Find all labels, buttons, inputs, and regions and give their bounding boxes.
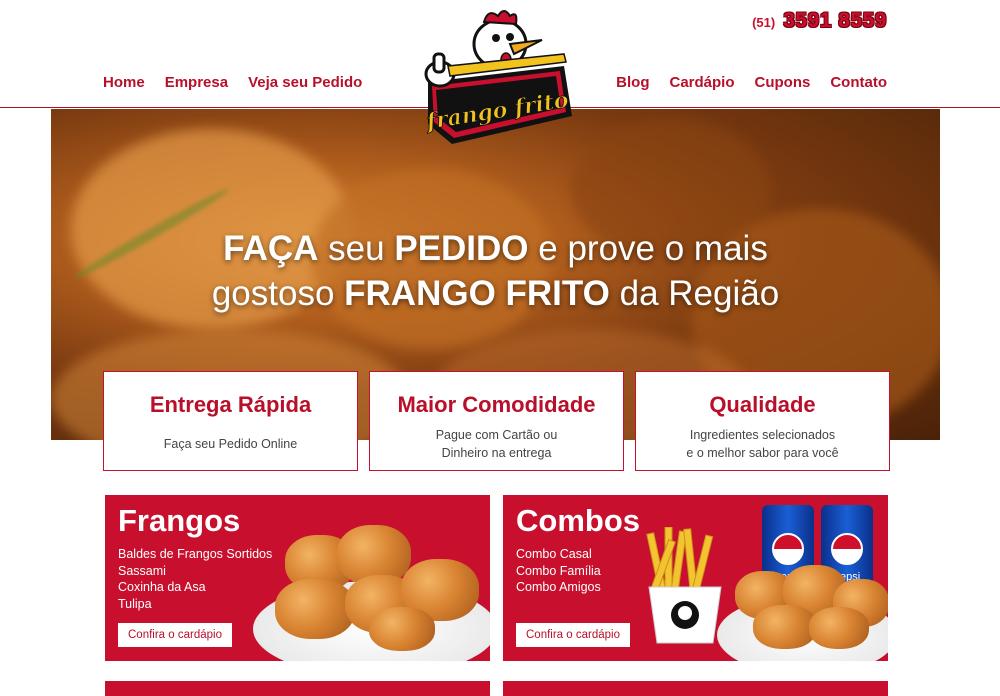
hero-headline-line1: FAÇA seu PEDIDO e prove o mais	[223, 229, 768, 268]
nav-link-empresa[interactable]: Empresa	[165, 74, 228, 91]
confira-cardapio-button[interactable]: Confira o cardápio	[118, 623, 232, 647]
feature-text: Ingredientes selecionados e o melhor sab…	[686, 428, 839, 460]
list-item[interactable]: Coxinha da Asa	[118, 579, 272, 596]
phone-contact: (51) 3591 8559	[752, 9, 887, 33]
list-item[interactable]: Tulipa	[118, 596, 272, 613]
panel-bottom-left	[105, 681, 490, 696]
feature-card-entrega: Entrega Rápida Faça seu Pedido Online	[103, 371, 358, 471]
nav-link-cardapio[interactable]: Cardápio	[670, 74, 735, 91]
list-item[interactable]: Combo Amigos	[516, 579, 601, 596]
nav-left: Home Empresa Veja seu Pedido	[103, 74, 362, 91]
feature-text: Faça seu Pedido Online	[163, 437, 298, 451]
list-item[interactable]: Sassami	[118, 563, 272, 580]
panel-menu-list: Combo Casal Combo Família Combo Amigos	[516, 546, 601, 596]
list-item[interactable]: Combo Família	[516, 563, 601, 580]
brand-logo[interactable]: frango frito	[414, 4, 582, 154]
phone-number: 3591 8559	[783, 9, 887, 32]
feature-text: Pague com Cartão ou Dinheiro na entrega	[435, 428, 558, 460]
panel-title: Combos	[516, 503, 640, 538]
feature-title: Maior Comodidade	[397, 392, 596, 417]
panel-bottom-right	[503, 681, 888, 696]
nav-link-contato[interactable]: Contato	[830, 74, 887, 91]
panel-menu-list: Baldes de Frangos Sortidos Sassami Coxin…	[118, 546, 272, 612]
feature-card-comodidade: Maior Comodidade Pague com Cartão ou Din…	[369, 371, 624, 471]
nav-right: Blog Cardápio Cupons Contato	[616, 74, 887, 91]
nav-link-blog[interactable]: Blog	[616, 74, 649, 91]
fries-image	[646, 527, 722, 644]
panel-title: Frangos	[118, 503, 241, 538]
feature-card-qualidade: Qualidade Ingredientes selecionados e o …	[635, 371, 890, 471]
nav-link-home[interactable]: Home	[103, 74, 145, 91]
panel-combos: Combos Combo Casal Combo Família Combo A…	[503, 495, 888, 661]
list-item[interactable]: Combo Casal	[516, 546, 601, 563]
hero-headline-line2: gostoso FRANGO FRITO da Região	[211, 274, 780, 313]
nav-link-cupons[interactable]: Cupons	[755, 74, 811, 91]
phone-area-code: (51)	[752, 15, 776, 30]
list-item[interactable]: Baldes de Frangos Sortidos	[118, 546, 272, 563]
panel-frangos: Frangos Baldes de Frangos Sortidos Sassa…	[105, 495, 490, 661]
confira-cardapio-button[interactable]: Confira o cardápio	[516, 623, 630, 647]
feature-title: Qualidade	[709, 392, 816, 417]
nav-link-veja-seu-pedido[interactable]: Veja seu Pedido	[248, 74, 362, 91]
feature-title: Entrega Rápida	[149, 392, 312, 417]
